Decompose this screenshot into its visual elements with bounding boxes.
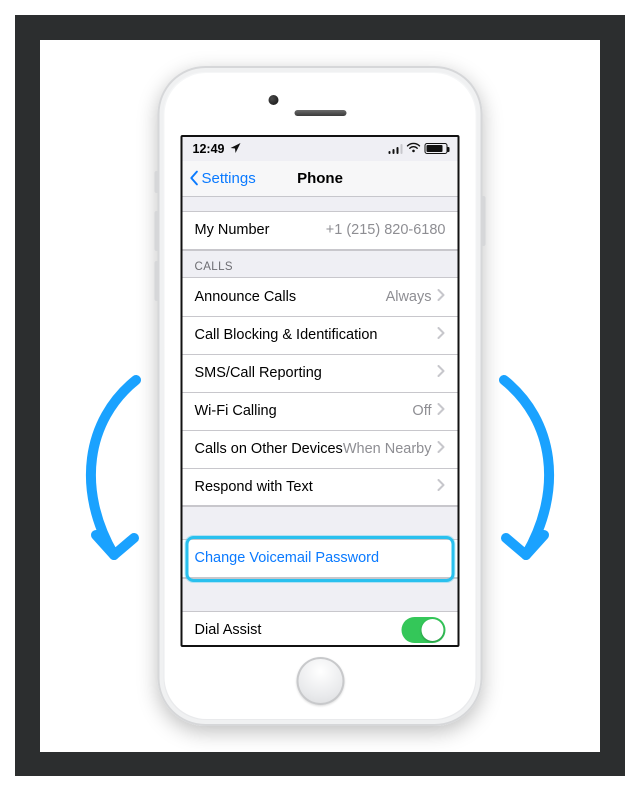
front-camera — [268, 95, 278, 105]
cell-dial-assist[interactable]: Dial Assist — [183, 612, 458, 647]
back-label: Settings — [202, 170, 256, 187]
power-button — [482, 196, 486, 246]
cell-label: My Number — [195, 222, 270, 238]
chevron-right-icon — [438, 289, 446, 305]
cell-respond-with-text[interactable]: Respond with Text — [183, 468, 458, 506]
cell-label: SMS/Call Reporting — [195, 365, 322, 381]
cell-label: Change Voicemail Password — [195, 550, 380, 566]
wifi-icon — [407, 142, 421, 156]
cell-value: Always — [386, 289, 432, 305]
cell-calls-on-other-devices[interactable]: Calls on Other Devices When Nearby — [183, 430, 458, 468]
silent-switch — [155, 171, 159, 193]
chevron-left-icon — [189, 170, 201, 186]
cell-label: Respond with Text — [195, 479, 313, 495]
volume-down-button — [155, 261, 159, 301]
cell-label: Calls on Other Devices — [195, 441, 343, 457]
section-header-calls: CALLS — [183, 251, 458, 277]
status-bar: 12:49 — [183, 137, 458, 161]
iphone-device-frame: 12:49 — [158, 66, 483, 726]
chevron-right-icon — [438, 365, 446, 381]
earpiece-speaker — [294, 110, 346, 116]
cell-label: Call Blocking & Identification — [195, 327, 378, 343]
back-button[interactable]: Settings — [189, 170, 256, 187]
cell-change-voicemail-password[interactable]: Change Voicemail Password — [183, 540, 458, 578]
cell-announce-calls[interactable]: Announce Calls Always — [183, 278, 458, 316]
cell-my-number[interactable]: My Number +1 (215) 820-6180 — [183, 212, 458, 250]
cell-value: Off — [412, 403, 431, 419]
chevron-right-icon — [438, 479, 446, 495]
chevron-right-icon — [438, 403, 446, 419]
cell-sms-call-reporting[interactable]: SMS/Call Reporting — [183, 354, 458, 392]
dial-assist-toggle[interactable] — [402, 617, 446, 643]
home-button[interactable] — [296, 657, 344, 705]
cell-value: When Nearby — [343, 441, 432, 457]
cellular-signal-icon — [388, 144, 403, 154]
battery-icon — [425, 143, 448, 154]
nav-bar: Settings Phone — [183, 161, 458, 197]
cell-label: Announce Calls — [195, 289, 297, 305]
chevron-right-icon — [438, 327, 446, 343]
cell-value: +1 (215) 820-6180 — [326, 222, 446, 238]
chevron-right-icon — [438, 441, 446, 457]
cell-call-blocking[interactable]: Call Blocking & Identification — [183, 316, 458, 354]
cell-label: Dial Assist — [195, 622, 262, 638]
screen: 12:49 — [181, 135, 460, 647]
status-time: 12:49 — [193, 142, 225, 156]
cell-wifi-calling[interactable]: Wi-Fi Calling Off — [183, 392, 458, 430]
location-services-icon — [230, 142, 240, 156]
volume-up-button — [155, 211, 159, 251]
cell-label: Wi-Fi Calling — [195, 403, 277, 419]
